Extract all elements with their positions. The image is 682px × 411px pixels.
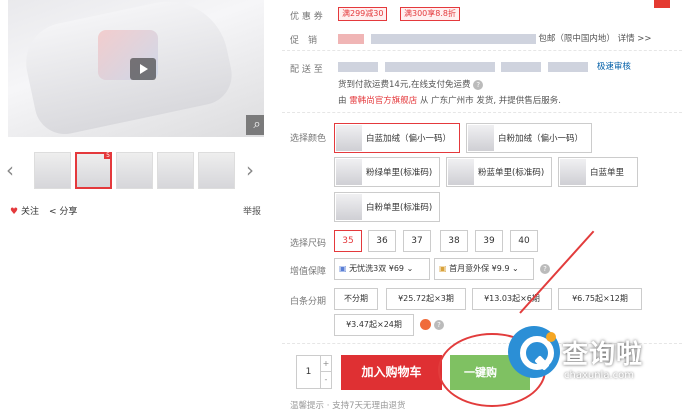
service-option-label: 首月意外保 ¥9.9 bbox=[449, 264, 510, 273]
follow-share-row: ♥ 关注 < 分享 bbox=[10, 204, 77, 217]
color-swatch bbox=[468, 125, 494, 151]
size-label: 选择尺码 bbox=[290, 239, 327, 249]
top-corner-icon bbox=[654, 0, 670, 8]
quantity-stepper[interactable]: 1 + - bbox=[296, 355, 332, 389]
report-link[interactable]: 举报 bbox=[243, 204, 261, 217]
coupon-1[interactable]: 满299减30 bbox=[338, 7, 388, 21]
thumbnail-prev-arrow-icon[interactable]: ‹ bbox=[6, 158, 14, 182]
color-option-label: 白粉单里(标准码) bbox=[366, 203, 433, 213]
quantity-plus-button[interactable]: + bbox=[320, 356, 331, 372]
color-swatch bbox=[448, 159, 474, 185]
size-option-36[interactable]: 36 bbox=[368, 230, 396, 252]
installment-option-2[interactable]: ¥25.72起×3期 bbox=[386, 288, 466, 310]
ship-from-suffix: 从 广东广州市 发货, 并提供售后服务. bbox=[419, 96, 561, 106]
shipping-address-blurred bbox=[548, 61, 589, 72]
size-option-38[interactable]: 38 bbox=[440, 230, 468, 252]
follow-label: 关注 bbox=[20, 207, 39, 217]
color-option-label: 白粉加绒（偏小一码） bbox=[498, 134, 584, 144]
zoom-icon[interactable]: ⌕ bbox=[246, 115, 264, 135]
color-swatch bbox=[336, 125, 362, 151]
chevron-down-icon: ⌄ bbox=[512, 264, 519, 273]
color-option-label: 白蓝加绒（偏小一码） bbox=[366, 134, 452, 144]
main-product-image[interactable]: ⌕ bbox=[8, 0, 264, 137]
quantity-input[interactable]: 1 bbox=[297, 356, 320, 388]
color-option-label: 粉绿单里(标准码) bbox=[366, 168, 433, 178]
installment-option-4[interactable]: ¥6.75起×12期 bbox=[558, 288, 642, 310]
watermark-text: 查询啦 bbox=[562, 340, 644, 370]
thumbnail-5[interactable] bbox=[198, 152, 235, 189]
quantity-minus-button[interactable]: - bbox=[320, 372, 331, 388]
ship-from-prefix: 由 bbox=[338, 96, 347, 106]
watermark: 查询啦 chaxunla.com bbox=[500, 320, 680, 400]
shipping-label: 配 送 至 bbox=[290, 65, 323, 75]
shipping-note-text: 货到付款运费14元,在线支付免运费 bbox=[338, 80, 471, 90]
service-option-2[interactable]: ▣ 首月意外保 ¥9.9 ⌄ bbox=[434, 258, 534, 280]
share-label: 分享 bbox=[59, 207, 78, 217]
help-icon[interactable]: ? bbox=[473, 79, 484, 90]
shipping-note: 货到付款运费14元,在线支付免运费 ? bbox=[338, 78, 484, 90]
size-option-37[interactable]: 37 bbox=[403, 230, 431, 252]
thumbnail-4[interactable] bbox=[157, 152, 194, 189]
help-icon[interactable]: ? bbox=[540, 264, 550, 274]
service-option-label: 无忧洗3双 ¥69 bbox=[349, 264, 405, 273]
color-swatch bbox=[336, 159, 362, 185]
size-option-40[interactable]: 40 bbox=[510, 230, 538, 252]
shop-info: 由 雷韩尚官方旗舰店 从 广东广州市 发货, 并提供售后服务. bbox=[338, 94, 561, 106]
shipping-address-row[interactable]: 极速审核 bbox=[338, 60, 631, 72]
shield-icon: ▣ bbox=[439, 264, 447, 273]
chevron-down-icon: ⌄ bbox=[406, 264, 414, 273]
service-option-1[interactable]: ▣ 无忧洗3双 ¥69 ⌄ bbox=[334, 258, 430, 280]
logo-dot-icon bbox=[546, 332, 556, 342]
installment-option-1[interactable]: 不分期 bbox=[334, 288, 378, 310]
divider-1 bbox=[282, 50, 682, 51]
tip-text: 温馨提示 · 支持7天无理由退货 bbox=[290, 401, 406, 411]
product-gallery: ⌕ ‹ 5 › ♥ 关注 < 分享 举报 bbox=[0, 0, 270, 409]
thumbnail-3[interactable] bbox=[116, 152, 153, 189]
promo-text[interactable]: 包邮（限中国内地） 详情 >> bbox=[538, 34, 651, 44]
color-option-2[interactable]: 白粉加绒（偏小一码） bbox=[466, 123, 592, 153]
color-option-label: 粉蓝单里(标准码) bbox=[478, 168, 545, 178]
add-to-cart-button[interactable]: 加入购物车 bbox=[341, 355, 442, 390]
color-swatch bbox=[560, 159, 586, 185]
promo-tag-blurred bbox=[338, 33, 364, 44]
thumbnail-1[interactable] bbox=[34, 152, 71, 189]
promo-badge-icon bbox=[420, 319, 431, 330]
share-button[interactable]: < 分享 bbox=[49, 204, 77, 217]
color-label: 选择颜色 bbox=[290, 134, 327, 144]
shipping-address-blurred bbox=[501, 61, 542, 72]
play-video-icon[interactable] bbox=[130, 58, 156, 80]
divider-2 bbox=[282, 112, 682, 113]
promo-label: 促 销 bbox=[290, 36, 318, 46]
installment-label: 白条分期 bbox=[290, 297, 327, 307]
thumbnail-badge: 5 bbox=[104, 152, 112, 159]
size-option-35[interactable]: 35 bbox=[334, 230, 362, 252]
heart-icon: ♥ bbox=[10, 207, 19, 217]
share-icon: < bbox=[48, 207, 57, 217]
service-label: 增值保障 bbox=[290, 267, 327, 277]
thumbnail-2[interactable]: 5 bbox=[75, 152, 112, 189]
shipping-address-blurred bbox=[338, 61, 378, 72]
promo-row: 包邮（限中国内地） 详情 >> bbox=[338, 32, 652, 44]
color-option-1[interactable]: 白蓝加绒（偏小一码） bbox=[334, 123, 460, 153]
installment-option-5[interactable]: ¥3.47起×24期 bbox=[334, 314, 414, 336]
color-option-3[interactable]: 粉绿单里(标准码) bbox=[334, 157, 440, 187]
color-option-label: 白蓝单里 bbox=[590, 168, 625, 178]
coupon-2[interactable]: 满300享8.8折 bbox=[400, 7, 460, 21]
watermark-url: chaxunla.com bbox=[564, 370, 634, 381]
follow-button[interactable]: ♥ 关注 bbox=[10, 204, 39, 217]
help-icon[interactable]: ? bbox=[434, 320, 444, 330]
coupon-label: 优 惠 券 bbox=[290, 12, 323, 22]
color-option-6[interactable]: 白粉单里(标准码) bbox=[334, 192, 440, 222]
shield-icon: ▣ bbox=[339, 264, 347, 273]
shop-name-link[interactable]: 雷韩尚官方旗舰店 bbox=[349, 96, 417, 106]
thumbnail-next-arrow-icon[interactable]: › bbox=[246, 158, 254, 182]
color-option-5[interactable]: 白蓝单里 bbox=[558, 157, 638, 187]
promo-text-blurred bbox=[370, 33, 536, 44]
shipping-address-blurred bbox=[384, 61, 495, 72]
size-option-39[interactable]: 39 bbox=[475, 230, 503, 252]
color-option-4[interactable]: 粉蓝单里(标准码) bbox=[446, 157, 552, 187]
color-swatch bbox=[336, 194, 362, 220]
shipping-link[interactable]: 极速审核 bbox=[597, 62, 631, 72]
